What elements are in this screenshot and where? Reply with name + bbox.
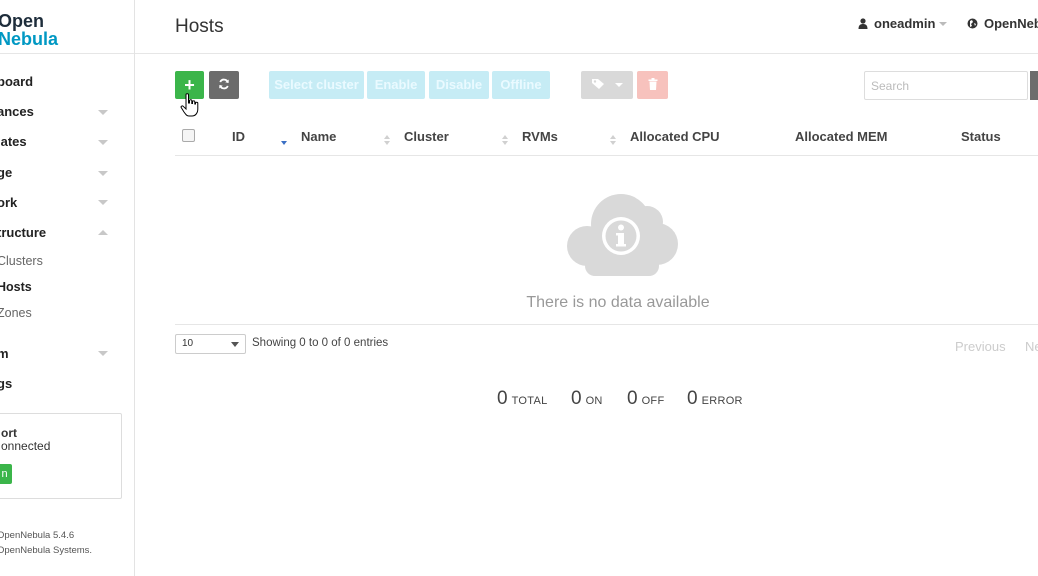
sidebar: Open Nebula board ances lates ge ork tru… (0, 0, 135, 576)
sidebar-subitem-zones[interactable]: Zones (0, 306, 32, 320)
info-cloud-icon (567, 194, 678, 276)
sidebar-item-network[interactable]: ork (0, 195, 17, 210)
sidebar-item-storage[interactable]: ge (0, 165, 12, 180)
search-input[interactable] (864, 71, 1028, 100)
zone-menu[interactable]: OpenNeb (967, 16, 1038, 31)
stat-on-value: 0 (571, 388, 582, 409)
next-page-button[interactable]: Ne (1025, 339, 1038, 354)
refresh-button[interactable] (209, 71, 239, 99)
sidebar-item-settings[interactable]: gs (0, 376, 12, 391)
sort-desc-icon[interactable] (281, 135, 287, 145)
column-header-cluster[interactable]: Cluster (404, 129, 449, 144)
user-menu[interactable]: oneadmin (858, 16, 948, 31)
sidebar-item-dashboard[interactable]: board (0, 74, 33, 89)
chevron-down-icon[interactable] (98, 110, 108, 115)
support-signin-button[interactable]: n (0, 464, 12, 484)
tag-icon (591, 79, 604, 89)
chevron-down-icon[interactable] (98, 171, 108, 176)
chevron-down-icon[interactable] (98, 200, 108, 205)
column-header-allocated-cpu[interactable]: Allocated CPU (630, 129, 720, 144)
sort-icon[interactable] (502, 135, 508, 145)
previous-page-button[interactable]: Previous (955, 339, 1006, 354)
page-size-value: 10 (182, 338, 194, 349)
sort-icon[interactable] (384, 135, 390, 145)
sidebar-item-instances[interactable]: ances (0, 104, 34, 119)
stat-off-value: 0 (627, 388, 638, 409)
stat-total-label: TOTAL (511, 395, 548, 407)
stat-total: 0 TOTAL (497, 388, 548, 410)
support-status: onnected (1, 439, 51, 453)
labels-dropdown-button[interactable] (581, 71, 633, 99)
user-icon (858, 18, 868, 29)
table-divider (175, 324, 1038, 325)
empty-table-message: There is no data available (526, 294, 710, 311)
sidebar-subitem-hosts[interactable]: Hosts (0, 280, 32, 294)
column-header-name[interactable]: Name (301, 129, 336, 144)
username: oneadmin (874, 16, 936, 31)
page-size-select[interactable]: 10 (175, 334, 246, 354)
hand-cursor-icon (180, 93, 199, 117)
stat-error-label: ERROR (701, 395, 743, 407)
stat-off: 0 OFF (627, 388, 664, 410)
caret-down-icon (939, 22, 948, 26)
disable-button[interactable]: Disable (429, 71, 489, 99)
stat-on-label: ON (585, 395, 603, 407)
stat-off-label: OFF (641, 395, 665, 407)
sidebar-divider (0, 53, 134, 54)
search-options-button[interactable] (1030, 71, 1038, 100)
globe-icon (967, 18, 978, 29)
select-cluster-button[interactable]: Select cluster (269, 71, 364, 99)
opennebula-logo[interactable]: Open Nebula (0, 12, 58, 48)
enable-button[interactable]: Enable (367, 71, 425, 99)
chevron-down-icon[interactable] (98, 140, 108, 145)
chevron-up-icon[interactable] (98, 230, 108, 235)
logo-line-1: Open (0, 11, 45, 31)
logo-line-2: Nebula (0, 29, 59, 49)
sidebar-item-system[interactable]: m (0, 346, 9, 361)
sort-icon[interactable] (610, 135, 616, 145)
stat-error: 0 ERROR (687, 388, 743, 410)
zone-name: OpenNeb (984, 16, 1038, 31)
page-title: Hosts (175, 16, 224, 37)
hosts-table-header: ID Name Cluster RVMs Allocated CPU Alloc… (175, 125, 1038, 156)
sidebar-item-infrastructure[interactable]: tructure (0, 225, 46, 240)
trash-icon (648, 78, 657, 90)
select-all-checkbox[interactable] (182, 129, 195, 142)
offline-button[interactable]: Offline (492, 71, 550, 99)
sidebar-item-templates[interactable]: lates (0, 134, 27, 149)
refresh-icon (219, 78, 229, 90)
stat-total-value: 0 (497, 388, 508, 409)
sidebar-subitem-clusters[interactable]: Clusters (0, 254, 43, 268)
support-title: ort (1, 426, 17, 440)
support-panel: ort onnected n (0, 413, 122, 499)
entries-info: Showing 0 to 0 of 0 entries (252, 337, 389, 349)
column-header-status[interactable]: Status (961, 129, 1001, 144)
version-text: OpenNebula 5.4.6 (0, 530, 75, 541)
caret-down-icon (615, 83, 624, 87)
column-header-id[interactable]: ID (232, 129, 245, 144)
column-header-allocated-mem[interactable]: Allocated MEM (795, 129, 887, 144)
column-header-rvms[interactable]: RVMs (522, 129, 558, 144)
stat-error-value: 0 (687, 388, 698, 409)
header-divider (135, 53, 1038, 54)
stat-on: 0 ON (571, 388, 603, 410)
delete-button[interactable] (637, 71, 668, 99)
caret-down-icon (231, 342, 239, 347)
copyright-text: OpenNebula Systems. (0, 545, 93, 556)
chevron-down-icon[interactable] (98, 351, 108, 356)
